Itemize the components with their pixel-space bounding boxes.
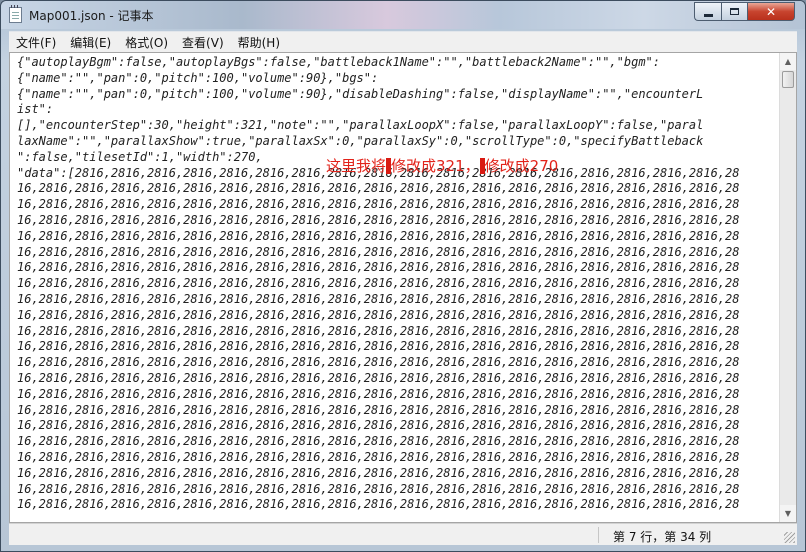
notepad-window: Map001.json - 记事本 ✕ 文件(F) 编辑(E) 格式(O) 查看… — [0, 0, 806, 552]
menu-help[interactable]: 帮助(H) — [231, 34, 287, 51]
text-line[interactable]: {"name":"","pan":0,"pitch":100,"volume":… — [17, 71, 777, 87]
scroll-down-button[interactable]: ▼ — [780, 505, 796, 522]
text-line[interactable]: 16,2816,2816,2816,2816,2816,2816,2816,28… — [17, 482, 777, 498]
text-line[interactable]: 16,2816,2816,2816,2816,2816,2816,2816,28… — [17, 213, 777, 229]
text-line[interactable]: 16,2816,2816,2816,2816,2816,2816,2816,28… — [17, 276, 777, 292]
text-line[interactable]: [],"encounterStep":30,"height":321,"note… — [17, 118, 777, 134]
annotation-text-3: 修改成270 — [484, 157, 559, 175]
text-line[interactable]: 16,2816,2816,2816,2816,2816,2816,2816,28… — [17, 450, 777, 466]
arrow-up-icon: ▲ — [784, 57, 792, 66]
text-line[interactable]: 16,2816,2816,2816,2816,2816,2816,2816,28… — [17, 434, 777, 450]
text-line[interactable]: 16,2816,2816,2816,2816,2816,2816,2816,28… — [17, 292, 777, 308]
text-line[interactable]: 16,2816,2816,2816,2816,2816,2816,2816,28… — [17, 181, 777, 197]
vertical-scrollbar[interactable]: ▲ ▼ — [779, 53, 796, 522]
text-editor[interactable]: {"autoplayBgm":false,"autoplayBgs":false… — [9, 52, 797, 523]
red-annotation: 这里我将 修改成321， 修改成270 — [326, 155, 558, 176]
menu-file[interactable]: 文件(F) — [9, 34, 63, 51]
menu-bar: 文件(F) 编辑(E) 格式(O) 查看(V) 帮助(H) — [9, 31, 797, 52]
cursor-position: 第 7 行，第 34 列 — [613, 530, 712, 544]
text-line[interactable]: 16,2816,2816,2816,2816,2816,2816,2816,28… — [17, 339, 777, 355]
text-line[interactable]: ist": — [17, 102, 777, 118]
title-bar[interactable]: Map001.json - 记事本 ✕ — [1, 1, 805, 29]
text-line[interactable]: 16,2816,2816,2816,2816,2816,2816,2816,28… — [17, 260, 777, 276]
text-line[interactable]: 16,2816,2816,2816,2816,2816,2816,2816,28… — [17, 245, 777, 261]
menu-format[interactable]: 格式(O) — [118, 34, 175, 51]
text-line[interactable]: 16,2816,2816,2816,2816,2816,2816,2816,28… — [17, 497, 777, 513]
arrow-down-icon: ▼ — [784, 509, 792, 518]
menu-edit[interactable]: 编辑(E) — [63, 34, 118, 51]
close-icon: ✕ — [765, 4, 777, 19]
text-line[interactable]: 16,2816,2816,2816,2816,2816,2816,2816,28… — [17, 324, 777, 340]
text-line[interactable]: 16,2816,2816,2816,2816,2816,2816,2816,28… — [17, 418, 777, 434]
window-title: Map001.json - 记事本 — [29, 9, 154, 23]
notepad-icon[interactable] — [9, 5, 22, 23]
annotation-text-2: 修改成321， — [391, 157, 480, 175]
text-line[interactable]: laxName":"","parallaxShow":true,"paralla… — [17, 134, 777, 150]
text-line[interactable]: 16,2816,2816,2816,2816,2816,2816,2816,28… — [17, 371, 777, 387]
text-line[interactable]: 16,2816,2816,2816,2816,2816,2816,2816,28… — [17, 466, 777, 482]
minimize-button[interactable] — [694, 2, 721, 21]
text-line[interactable]: 16,2816,2816,2816,2816,2816,2816,2816,28… — [17, 197, 777, 213]
maximize-button[interactable] — [721, 2, 747, 21]
status-divider — [598, 527, 599, 543]
text-line[interactable]: 16,2816,2816,2816,2816,2816,2816,2816,28… — [17, 308, 777, 324]
text-line[interactable]: 16,2816,2816,2816,2816,2816,2816,2816,28… — [17, 355, 777, 371]
text-line[interactable]: 16,2816,2816,2816,2816,2816,2816,2816,28… — [17, 403, 777, 419]
annotation-text-1: 这里我将 — [326, 157, 387, 175]
scroll-up-button[interactable]: ▲ — [780, 53, 796, 70]
status-bar: 第 7 行，第 34 列 — [9, 523, 797, 545]
text-line[interactable]: 16,2816,2816,2816,2816,2816,2816,2816,28… — [17, 229, 777, 245]
text-line[interactable]: {"autoplayBgm":false,"autoplayBgs":false… — [17, 55, 777, 71]
resize-grip-icon[interactable] — [784, 532, 795, 543]
minimize-icon — [703, 14, 713, 17]
scroll-thumb[interactable] — [782, 71, 794, 88]
maximize-icon — [730, 8, 739, 15]
text-line[interactable]: {"name":"","pan":0,"pitch":100,"volume":… — [17, 87, 777, 103]
menu-view[interactable]: 查看(V) — [175, 34, 231, 51]
close-button[interactable]: ✕ — [747, 2, 795, 21]
text-line[interactable]: 16,2816,2816,2816,2816,2816,2816,2816,28… — [17, 387, 777, 403]
text-content[interactable]: {"autoplayBgm":false,"autoplayBgs":false… — [17, 55, 777, 521]
